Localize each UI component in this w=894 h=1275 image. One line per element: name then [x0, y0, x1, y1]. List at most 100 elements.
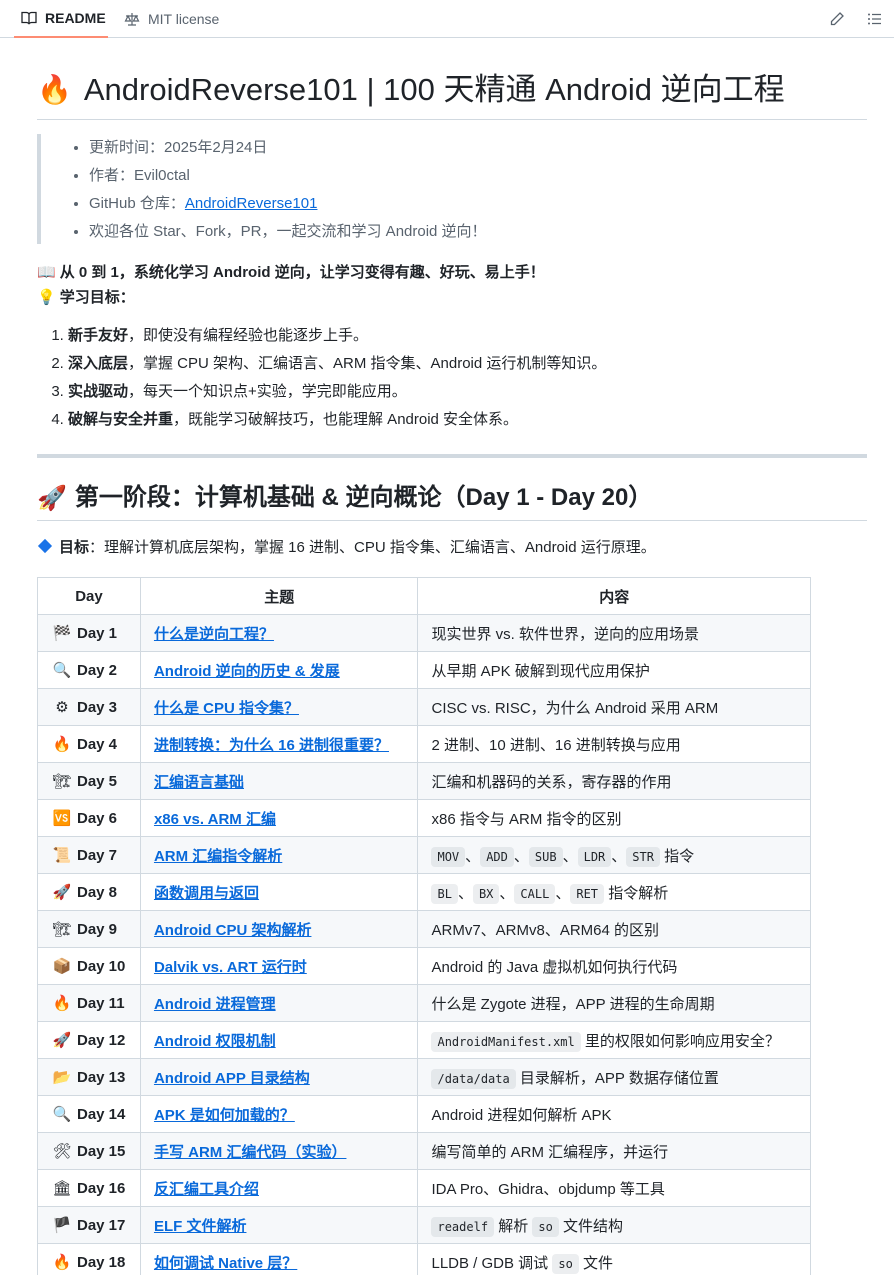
content-text: Android 的 Java 虚拟机如何执行代码 — [431, 959, 677, 976]
day-emoji-icon: 🏁 — [52, 624, 72, 642]
day-cell-wrap: 📜 Day 7 — [51, 846, 127, 864]
repo-link[interactable]: AndroidReverse101 — [185, 195, 318, 212]
list-item: 实战驱动，每天一个知识点+实验，学完即能应用。 — [68, 378, 867, 406]
topic-link[interactable]: 进制转换：为什么 16 进制很重要？ — [154, 737, 389, 754]
topic-cell: 函数调用与返回 — [139, 873, 419, 911]
content-text: 汇编和机器码的关系，寄存器的作用 — [431, 774, 671, 791]
day-cell: 🏁 Day 1 — [37, 614, 141, 652]
topic-link[interactable]: Dalvik vs. ART 运行时 — [154, 959, 307, 976]
day-emoji-icon: 📜 — [52, 846, 72, 864]
day-cell-wrap: 🆚 Day 6 — [51, 809, 127, 827]
content-cell: 2 进制、10 进制、16 进制转换与应用 — [417, 725, 811, 763]
goal-bold: 实战驱动 — [68, 383, 129, 400]
table-row: 🏛 Day 16 反汇编工具介绍 IDA Pro、Ghidra、objdump 等工具 — [37, 1169, 811, 1207]
table-header-row: Day 主题 内容 — [37, 577, 811, 615]
tab-readme-label: README — [45, 10, 106, 26]
day-label: Day 7 — [77, 846, 118, 864]
table-row: 🛠 Day 15 手写 ARM 汇编代码（实验） 编写简单的 ARM 汇编程序，并运行 — [37, 1132, 811, 1170]
day-emoji-icon: 🔥 — [52, 1253, 72, 1271]
tab-readme[interactable]: README — [14, 0, 108, 38]
info-author: 作者：Evil0ctal — [89, 162, 867, 190]
list-item: 新手友好，即使没有编程经验也能逐步上手。 — [68, 322, 867, 350]
list-item: 深入底层，掌握 CPU 架构、汇编语言、ARM 指令集、Android 运行机制… — [68, 350, 867, 378]
day-label: Day 17 — [77, 1216, 126, 1234]
content-text: IDA Pro、Ghidra、objdump 等工具 — [431, 1181, 664, 1198]
topic-link[interactable]: Android APP 目录结构 — [154, 1070, 310, 1087]
content-fragment: ARMv7、ARMv8、ARM64 的区别 — [431, 921, 660, 939]
day-emoji-icon: 📦 — [52, 957, 72, 975]
day-cell-wrap: 🛠 Day 15 — [51, 1142, 127, 1160]
content-fragment: 文件 — [578, 1254, 613, 1272]
info-repo: GitHub 仓库：AndroidReverse101 — [89, 190, 867, 218]
day-label: Day 9 — [77, 920, 118, 938]
topic-link[interactable]: 反汇编工具介绍 — [154, 1181, 259, 1198]
topic-link[interactable]: APK 是如何加载的？ — [154, 1107, 295, 1124]
day-cell-wrap: 🔍 Day 14 — [51, 1105, 127, 1123]
topic-link[interactable]: 汇编语言基础 — [154, 774, 244, 791]
topic-link[interactable]: 什么是 CPU 指令集？ — [154, 700, 299, 717]
content-text: 2 进制、10 进制、16 进制转换与应用 — [431, 737, 680, 754]
day-cell-wrap: 🔥 Day 18 — [51, 1253, 127, 1271]
target-text: ：理解计算机底层架构，掌握 16 进制、CPU 指令集、汇编语言、Android… — [89, 539, 656, 556]
intro-line-text: 从 0 到 1，系统化学习 Android 逆向，让学习变得有趣、好玩、易上手！ — [59, 264, 545, 281]
edit-button[interactable] — [818, 0, 856, 38]
day-cell: 🔍 Day 14 — [37, 1095, 141, 1133]
day-cell-wrap: 🔍 Day 2 — [51, 661, 127, 679]
table-row: 📦 Day 10 Dalvik vs. ART 运行时 Android 的 Java … — [37, 947, 811, 985]
content-text: CISC vs. RISC，为什么 Android 采用 ARM — [431, 700, 718, 717]
day-cell-wrap: 🚀 Day 8 — [51, 883, 127, 901]
content-text: 编写简单的 ARM 汇编程序，并运行 — [431, 1144, 668, 1161]
topic-link[interactable]: ARM 汇编指令解析 — [154, 848, 282, 865]
day-cell-wrap: 🏁 Day 1 — [51, 624, 127, 642]
topic-link[interactable]: 什么是逆向工程？ — [154, 626, 274, 643]
topic-link[interactable]: 函数调用与返回 — [154, 885, 259, 902]
table-row: 🏴 Day 17 ELF 文件解析 readelf 解析 so 文件结构 — [37, 1206, 811, 1244]
topic-cell: 手写 ARM 汇编代码（实验） — [139, 1132, 419, 1170]
topic-link[interactable]: Android 进程管理 — [154, 996, 276, 1013]
content-fragment: 文件结构 — [558, 1217, 624, 1235]
inline-code: STR — [626, 846, 660, 867]
day-cell-wrap: 🔥 Day 4 — [51, 735, 127, 753]
day-cell: 🚀 Day 12 — [37, 1021, 141, 1059]
content-cell: MOV、 ADD、 SUB、 LDR、 STR 指令 — [417, 836, 811, 874]
day-label: Day 13 — [77, 1068, 126, 1086]
topic-link[interactable]: Android CPU 架构解析 — [154, 922, 312, 939]
topic-link[interactable]: x86 vs. ARM 汇编 — [154, 811, 276, 828]
info-blockquote: 更新时间：2025年2月24日 作者：Evil0ctal GitHub 仓库：A… — [37, 134, 867, 244]
inline-code: CALL — [514, 883, 556, 904]
table-row: ⚙ Day 3 什么是 CPU 指令集？ CISC vs. RISC，为什么 Andr… — [37, 688, 811, 726]
content-fragment: Android 进程如何解析 APK — [431, 1106, 612, 1124]
day-label: Day 3 — [77, 698, 118, 716]
law-icon — [124, 13, 140, 26]
goal-text: ，掌握 CPU 架构、汇编语言、ARM 指令集、Android 运行机制等知识。 — [128, 355, 607, 372]
day-cell: 🛠 Day 15 — [37, 1132, 141, 1170]
info-updated: 更新时间：2025年2月24日 — [89, 134, 867, 162]
inline-code: /data/data — [431, 1068, 516, 1089]
topic-link[interactable]: 如何调试 Native 层？ — [154, 1255, 297, 1272]
day-emoji-icon: 🚀 — [52, 883, 72, 901]
content-cell: x86 指令与 ARM 指令的区别 — [417, 799, 811, 837]
content-text: BL、 BX、 CALL、 RET 指令解析 — [431, 883, 668, 904]
table-row: 🚀 Day 12 Android 权限机制 AndroidManifest.xml 里… — [37, 1021, 811, 1059]
content-fragment: 2 进制、10 进制、16 进制转换与应用 — [431, 736, 681, 754]
tab-license[interactable]: MIT license — [122, 0, 219, 38]
fire-icon: 🔥 — [37, 73, 72, 106]
topic-link[interactable]: Android 权限机制 — [154, 1033, 276, 1050]
page-title-text: AndroidReverse101 | 100 天精通 Android 逆向工程 — [83, 72, 785, 107]
readme-actions — [818, 0, 894, 38]
day-cell: 📜 Day 7 — [37, 836, 141, 874]
page-title: 🔥 AndroidReverse101 | 100 天精通 Android 逆向… — [37, 68, 867, 120]
topic-link[interactable]: Android 逆向的历史 & 发展 — [154, 663, 340, 680]
day-label: Day 4 — [77, 735, 118, 753]
outline-button[interactable] — [856, 0, 894, 38]
info-repo-label: GitHub 仓库： — [89, 195, 185, 212]
topic-cell: 什么是逆向工程？ — [139, 614, 419, 652]
topic-link[interactable]: 手写 ARM 汇编代码（实验） — [154, 1144, 347, 1161]
target-label: 目标 — [59, 539, 90, 556]
day-cell: 🔥 Day 4 — [37, 725, 141, 763]
day-cell-wrap: 📦 Day 10 — [51, 957, 127, 975]
content-fragment: 、 — [465, 847, 481, 865]
topic-link[interactable]: ELF 文件解析 — [154, 1218, 247, 1235]
stage1-heading-text: 第一阶段：计算机基础 & 逆向概论（Day 1 - Day 20） — [74, 484, 653, 511]
table-row: 🆚 Day 6 x86 vs. ARM 汇编 x86 指令与 ARM 指令的区别 — [37, 799, 811, 837]
